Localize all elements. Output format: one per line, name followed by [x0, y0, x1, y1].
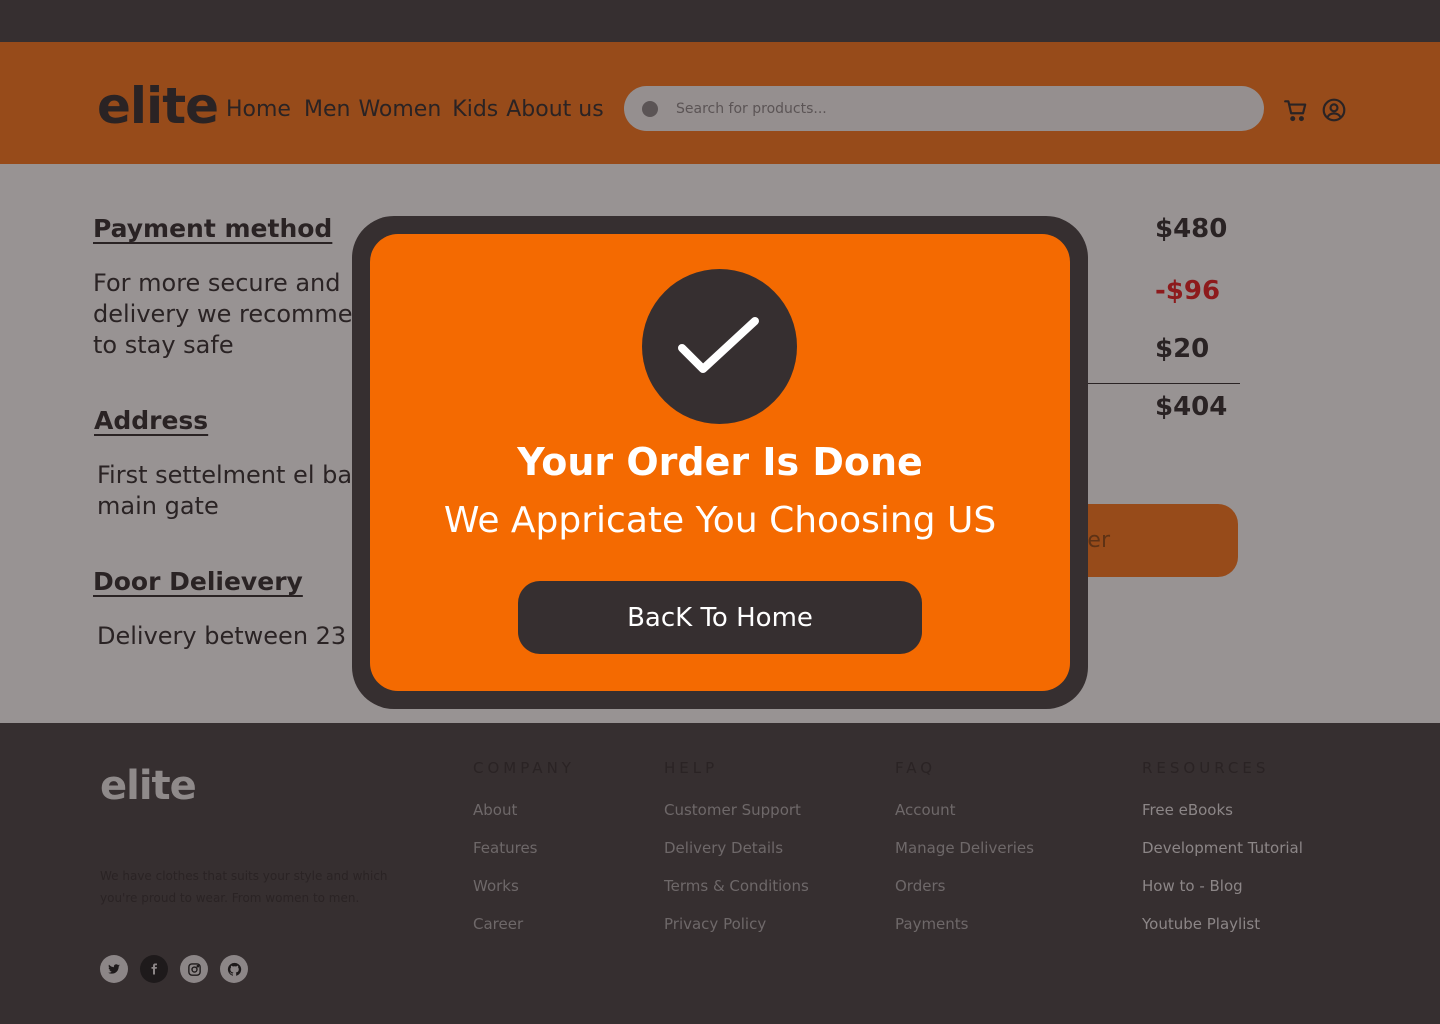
footer-link[interactable]: About — [473, 801, 575, 839]
total-divider — [1088, 383, 1240, 384]
footer-column-resources: RESOURCES Free eBooks Development Tutori… — [1142, 759, 1303, 953]
footer-link[interactable]: Free eBooks — [1142, 801, 1303, 839]
social-links — [100, 955, 248, 983]
address-text: First settelment el ba main gate — [97, 461, 353, 520]
back-to-home-button[interactable]: BacK To Home — [518, 581, 922, 654]
footer-column-title: HELP — [664, 759, 719, 777]
nav-home[interactable]: Home — [226, 95, 291, 125]
cart-icon[interactable] — [1283, 97, 1309, 123]
modal-title: Your Order Is Done — [517, 440, 923, 484]
site-footer: elite We have clothes that suits your st… — [0, 723, 1440, 1024]
door-delivery-heading: Door Delievery — [93, 567, 303, 596]
address-heading: Address — [94, 406, 209, 435]
instagram-icon[interactable] — [180, 955, 208, 983]
footer-column-faq: FAQ Account Manage Deliveries Orders Pay… — [895, 759, 1034, 953]
footer-link[interactable]: Manage Deliveries — [895, 839, 1034, 877]
footer-link[interactable]: Works — [473, 877, 575, 915]
user-icon[interactable] — [1321, 97, 1347, 123]
footer-link[interactable]: Privacy Policy — [664, 915, 809, 953]
footer-column-help: HELP Customer Support Delivery Details T… — [664, 759, 809, 953]
search-input[interactable] — [676, 86, 1236, 131]
footer-logo[interactable]: elite — [100, 763, 197, 809]
footer-link[interactable]: Account — [895, 801, 1034, 839]
twitter-icon[interactable] — [100, 955, 128, 983]
discount-price: -$96 — [1155, 276, 1221, 306]
footer-link[interactable]: Terms & Conditions — [664, 877, 809, 915]
footer-link[interactable]: Payments — [895, 915, 1034, 953]
search-bar — [624, 86, 1264, 131]
footer-link[interactable]: Youtube Playlist — [1142, 915, 1303, 953]
footer-column-title: FAQ — [895, 759, 937, 777]
footer-column-title: COMPANY — [473, 759, 575, 777]
nav-about-us[interactable]: About us — [506, 95, 603, 125]
footer-description: We have clothes that suits your style an… — [100, 869, 388, 905]
footer-column-title: RESOURCES — [1142, 759, 1270, 777]
site-logo[interactable]: elite — [97, 74, 219, 138]
nav-kids[interactable]: Kids — [452, 95, 498, 125]
footer-link[interactable]: Delivery Details — [664, 839, 809, 877]
footer-column-company: COMPANY About Features Works Career — [473, 759, 575, 953]
total-price: $404 — [1155, 392, 1228, 422]
payment-method-heading: Payment method — [93, 214, 333, 243]
door-delivery-text: Delivery between 23 — [97, 622, 347, 650]
footer-link[interactable]: Development Tutorial — [1142, 839, 1303, 877]
nav-women[interactable]: Women — [358, 95, 441, 125]
footer-link[interactable]: Orders — [895, 877, 1034, 915]
payment-method-text: For more secure and delivery we recomme … — [93, 269, 353, 359]
checkmark-icon — [678, 317, 759, 373]
top-bar — [0, 0, 1440, 42]
facebook-icon[interactable] — [140, 955, 168, 983]
modal-subtitle: We Appricate You Choosing US — [443, 500, 997, 541]
footer-link[interactable]: How to - Blog — [1142, 877, 1303, 915]
github-icon[interactable] — [220, 955, 248, 983]
footer-link[interactable]: Customer Support — [664, 801, 809, 839]
nav-men[interactable]: Men — [304, 95, 350, 125]
footer-link[interactable]: Features — [473, 839, 575, 877]
main-nav: Home Men Women Kids About us — [226, 95, 604, 125]
search-icon — [642, 101, 658, 117]
delivery-fee: $20 — [1155, 334, 1210, 364]
success-check-badge — [642, 269, 797, 424]
subtotal-price: $480 — [1155, 214, 1228, 244]
footer-link[interactable]: Career — [473, 915, 575, 953]
